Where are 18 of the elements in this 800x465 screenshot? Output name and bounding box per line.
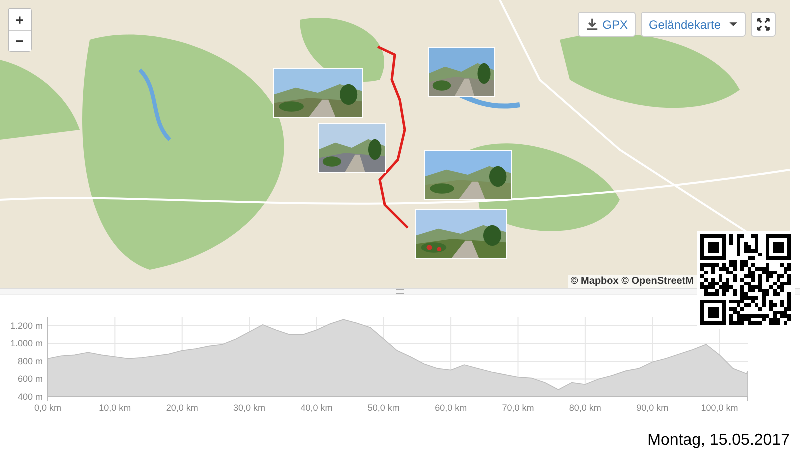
date-text: Montag, 15.05.2017 [648, 432, 790, 450]
y-tick-label: 1.000 m [10, 338, 43, 349]
x-tick-label: 100,0 km [701, 403, 738, 413]
x-tick-label: 80,0 km [569, 403, 602, 413]
x-tick-label: 10,0 km [99, 403, 132, 413]
y-tick-label: 1.200 m [10, 320, 43, 331]
y-tick-label: 800 m [18, 356, 43, 366]
x-tick-label: 90,0 km [636, 403, 669, 413]
x-tick-label: 0,0 km [34, 403, 62, 413]
x-tick-label: 30,0 km [234, 403, 266, 413]
y-tick-label: 600 m [18, 374, 43, 384]
resize-handle[interactable] [396, 289, 404, 294]
x-tick-label: 50,0 km [368, 403, 400, 413]
x-tick-label: 70,0 km [502, 403, 534, 413]
y-tick-label: 400 m [18, 392, 43, 402]
x-tick-label: 20,0 km [166, 403, 198, 413]
x-tick-label: 40,0 km [300, 403, 333, 413]
x-tick-label: 60,0 km [435, 403, 468, 413]
